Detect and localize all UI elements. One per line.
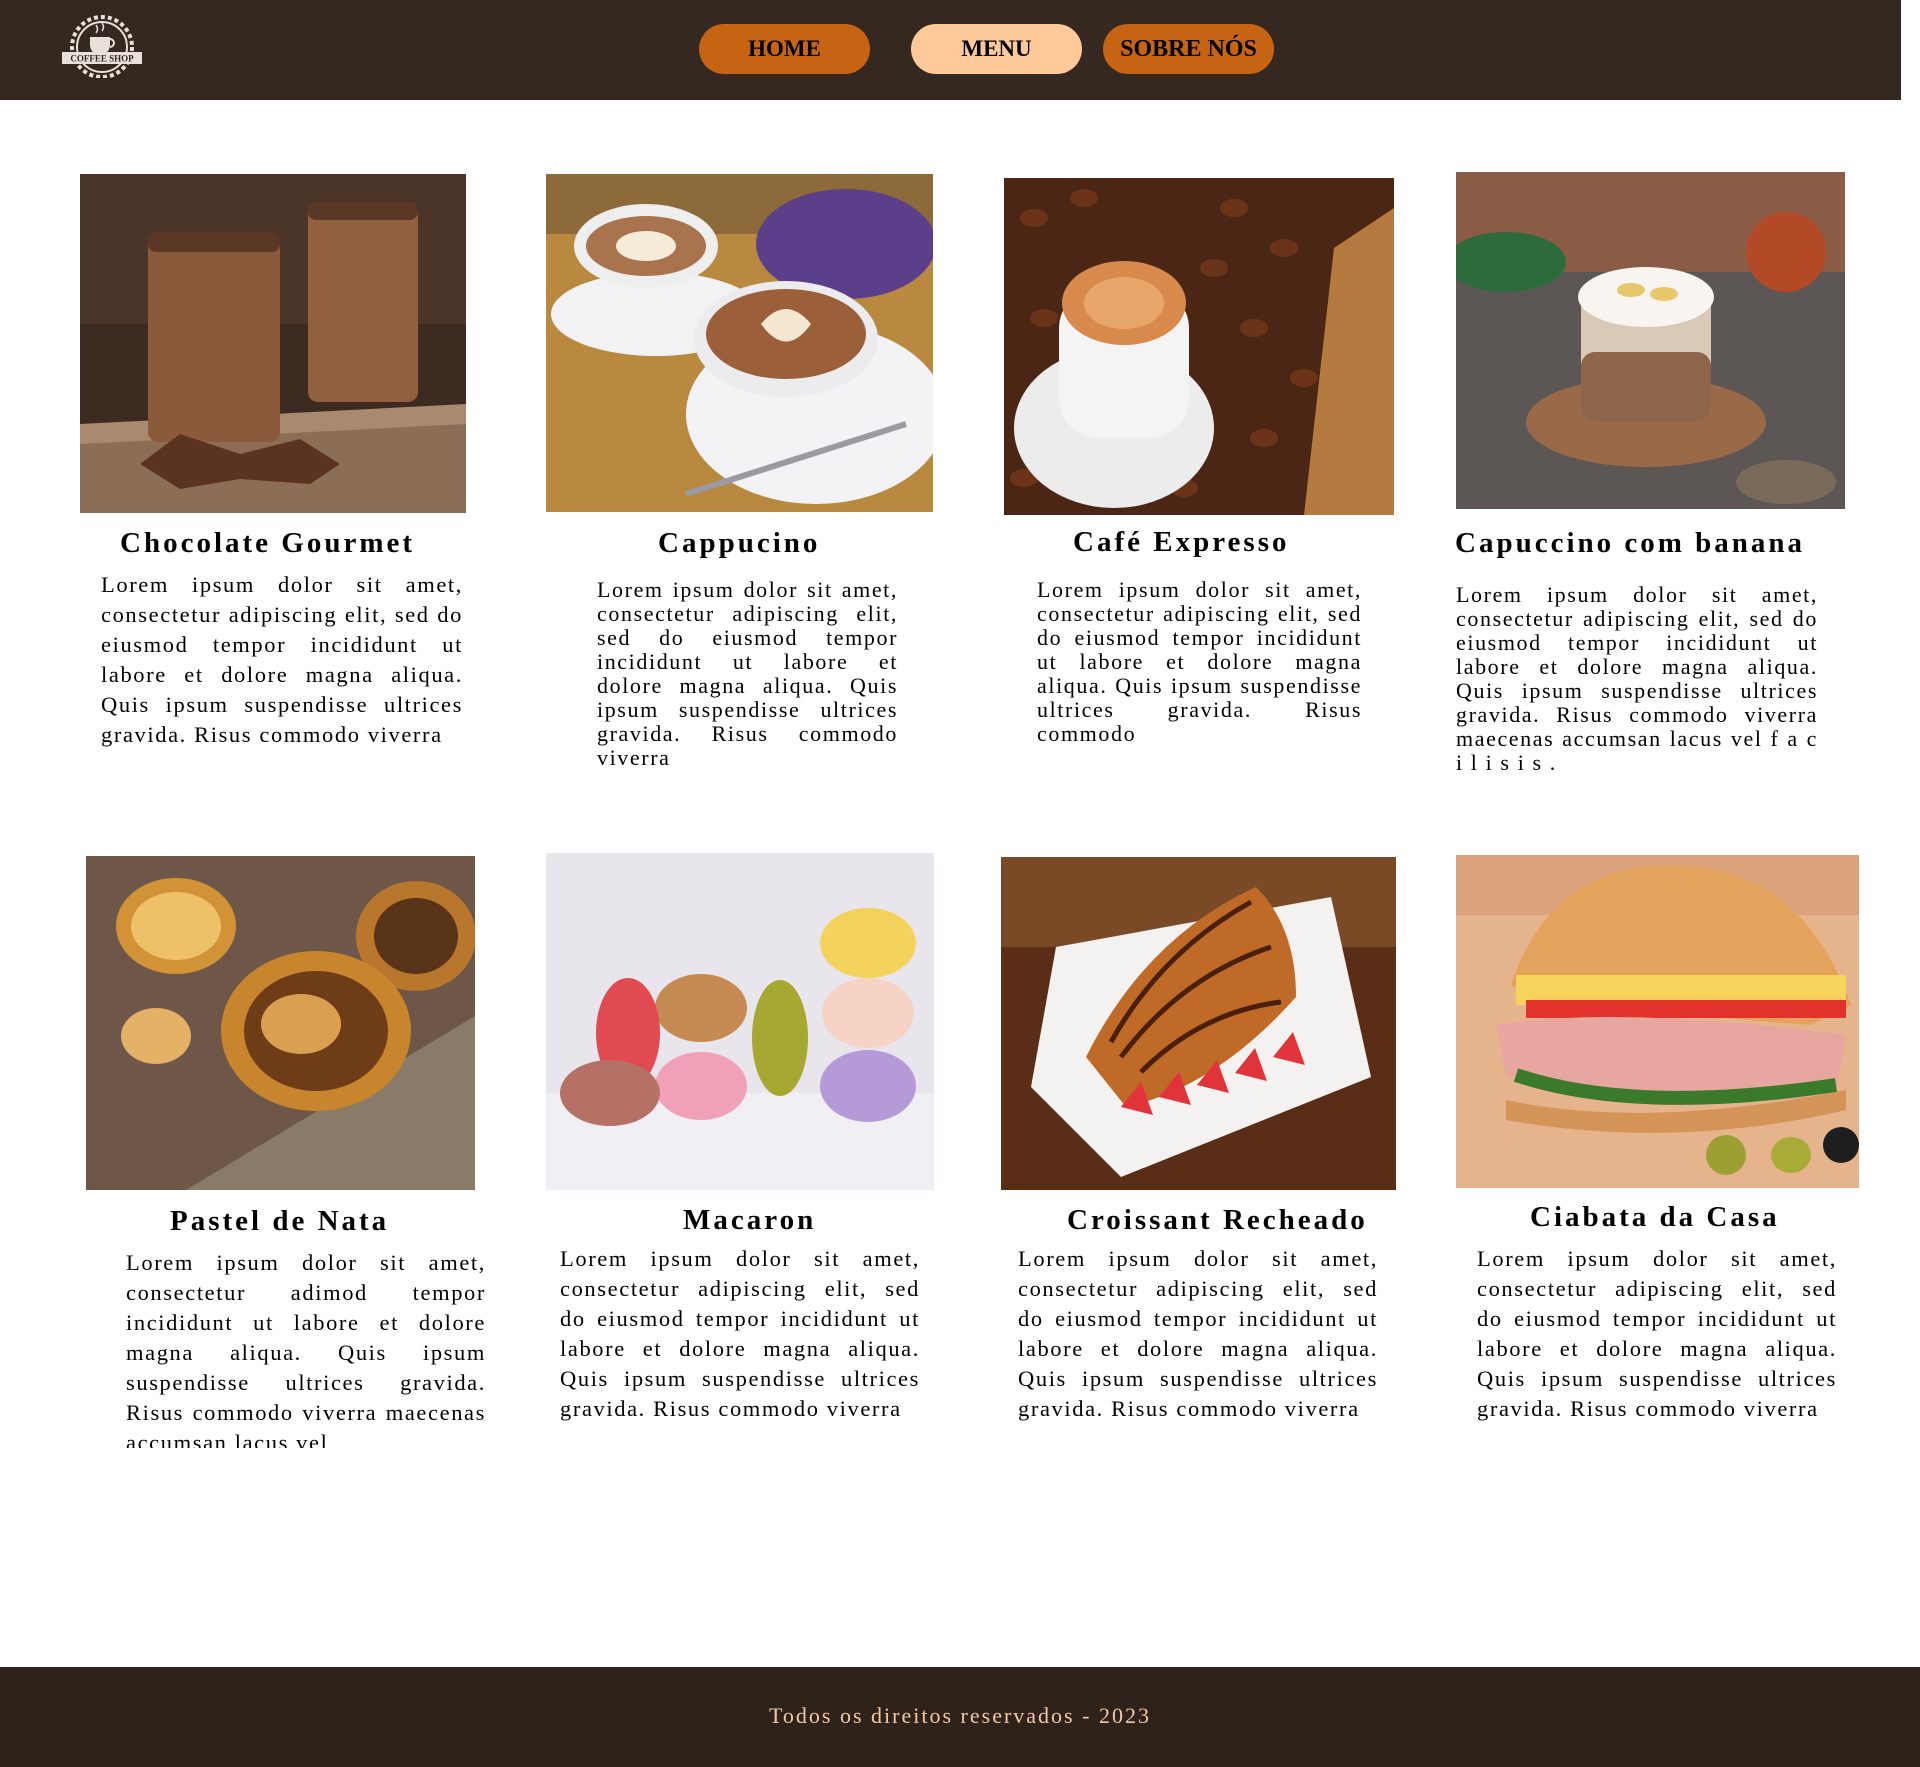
menu-item-description: Lorem ipsum dolor sit amet, consectetur … bbox=[1477, 1246, 1837, 1421]
menu-item-description: Lorem ipsum dolor sit amet, consectetur … bbox=[126, 1250, 486, 1448]
menu-item-description: Lorem ipsum dolor sit amet, consectetur … bbox=[560, 1246, 920, 1421]
menu-item-photo-cappucino bbox=[546, 174, 933, 512]
menu-item-title: Cappucino bbox=[658, 527, 821, 559]
menu-item-title: Croissant Recheado bbox=[1067, 1204, 1368, 1236]
menu-item-title: Macaron bbox=[683, 1204, 817, 1236]
menu-item-title: Ciabata da Casa bbox=[1530, 1201, 1780, 1233]
menu-item-title: Capuccino com banana bbox=[1455, 527, 1806, 559]
menu-item-title: Café Expresso bbox=[1073, 526, 1290, 558]
menu-item-photo-macaron bbox=[546, 853, 934, 1190]
coffee-shop-logo[interactable]: COFFEE SHOP bbox=[60, 11, 144, 79]
nav-menu-button[interactable]: MENU bbox=[911, 24, 1082, 74]
menu-item-description: Lorem ipsum dolor sit amet, consectetur … bbox=[101, 572, 463, 747]
menu-item-description: Lorem ipsum dolor sit amet, consectetur … bbox=[1037, 578, 1362, 746]
menu-item-photo-capuccino-banana bbox=[1456, 172, 1845, 509]
coffee-cup-icon: COFFEE SHOP bbox=[62, 15, 142, 79]
menu-item-description: Lorem ipsum dolor sit amet, consectetur … bbox=[1456, 583, 1818, 775]
nav-home-button[interactable]: HOME bbox=[699, 24, 870, 74]
copyright-text: Todos os direitos reservados - 2023 bbox=[769, 1703, 1151, 1728]
menu-item-description: Lorem ipsum dolor sit amet, consectetur … bbox=[597, 578, 898, 770]
menu-item-photo-chocolate bbox=[80, 174, 466, 513]
menu-item-description: Lorem ipsum dolor sit amet, consectetur … bbox=[1018, 1246, 1378, 1421]
menu-item-photo-expresso bbox=[1004, 178, 1394, 515]
menu-item-photo-croissant bbox=[1001, 857, 1396, 1190]
site-header: COFFEE SHOP HOME MENU SOBRE NÓS bbox=[0, 0, 1901, 100]
menu-item-title: Chocolate Gourmet bbox=[120, 527, 416, 559]
menu-item-photo-ciabata bbox=[1456, 855, 1859, 1188]
site-footer: Todos os direitos reservados - 2023 bbox=[0, 1667, 1920, 1767]
menu-item-title: Pastel de Nata bbox=[170, 1205, 390, 1237]
logo-text: COFFEE SHOP bbox=[70, 54, 134, 64]
nav-about-button[interactable]: SOBRE NÓS bbox=[1103, 24, 1274, 74]
menu-item-photo-pastel-de-nata bbox=[86, 856, 475, 1190]
